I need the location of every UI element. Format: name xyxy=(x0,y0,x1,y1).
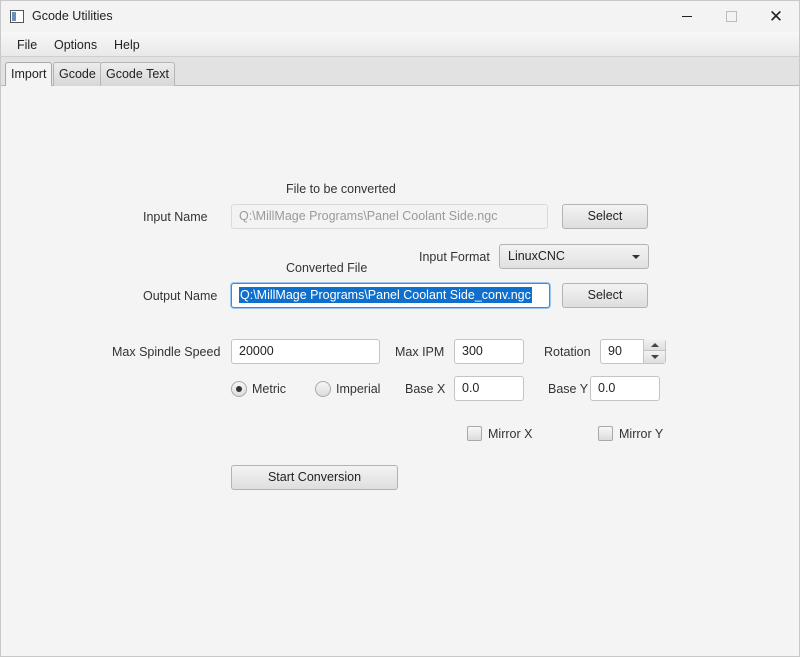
start-conversion-button[interactable]: Start Conversion xyxy=(231,465,398,490)
base-y-field[interactable]: 0.0 xyxy=(590,376,660,401)
base-x-label: Base X xyxy=(405,382,446,396)
triangle-down-icon xyxy=(650,355,659,359)
tab-gcode[interactable]: Gcode xyxy=(53,62,102,86)
mirror-y-label[interactable]: Mirror Y xyxy=(619,427,663,441)
converted-file-header: Converted File xyxy=(286,261,368,275)
max-ipm-label: Max IPM xyxy=(395,345,445,359)
metric-label[interactable]: Metric xyxy=(252,382,286,396)
import-panel: File to be converted Input Name Q:\MillM… xyxy=(1,86,799,656)
mirror-x-checkbox[interactable] xyxy=(467,426,482,441)
output-name-selection: Q:\MillMage Programs\Panel Coolant Side_… xyxy=(239,287,532,303)
imperial-label[interactable]: Imperial xyxy=(336,382,380,396)
tab-bar: Import Gcode Gcode Text xyxy=(1,57,799,87)
close-button[interactable]: ✕ xyxy=(753,1,799,32)
menu-bar: File Options Help xyxy=(1,32,799,57)
chevron-down-icon xyxy=(632,255,640,259)
input-name-field: Q:\MillMage Programs\Panel Coolant Side.… xyxy=(231,204,548,229)
base-x-field[interactable]: 0.0 xyxy=(454,376,524,401)
rotation-value: 90 xyxy=(608,344,622,358)
title-bar: Gcode Utilities ✕ xyxy=(1,1,799,32)
maximize-button[interactable] xyxy=(708,1,754,32)
output-select-button[interactable]: Select xyxy=(562,283,648,308)
menu-options[interactable]: Options xyxy=(54,38,97,52)
rotation-spinner-buttons xyxy=(643,339,665,364)
max-spindle-speed-label: Max Spindle Speed xyxy=(112,345,221,359)
app-window: Gcode Utilities ✕ File Options Help Impo… xyxy=(0,0,800,657)
rotation-label: Rotation xyxy=(544,345,591,359)
menu-file[interactable]: File xyxy=(17,38,37,52)
input-format-value: LinuxCNC xyxy=(508,249,565,263)
input-format-label: Input Format xyxy=(419,250,490,264)
output-name-label: Output Name xyxy=(143,289,218,303)
rotation-increment-button[interactable] xyxy=(644,339,665,351)
base-y-label: Base Y xyxy=(548,382,589,396)
menu-help[interactable]: Help xyxy=(114,38,140,52)
mirror-x-label[interactable]: Mirror X xyxy=(488,427,532,441)
app-window-icon xyxy=(10,10,24,23)
close-icon: ✕ xyxy=(768,6,784,26)
rotation-decrement-button[interactable] xyxy=(644,351,665,363)
input-select-button[interactable]: Select xyxy=(562,204,648,229)
max-ipm-field[interactable]: 300 xyxy=(454,339,524,364)
input-format-dropdown[interactable]: LinuxCNC xyxy=(499,244,649,269)
minimize-button[interactable] xyxy=(664,1,710,32)
mirror-y-checkbox[interactable] xyxy=(598,426,613,441)
imperial-radio[interactable] xyxy=(315,381,331,397)
window-title: Gcode Utilities xyxy=(32,9,113,23)
input-name-label: Input Name xyxy=(143,210,208,224)
metric-radio[interactable] xyxy=(231,381,247,397)
tab-import[interactable]: Import xyxy=(5,62,53,87)
output-name-field[interactable]: Q:\MillMage Programs\Panel Coolant Side_… xyxy=(231,283,550,308)
tab-gcode-text[interactable]: Gcode Text xyxy=(100,62,176,86)
max-spindle-speed-field[interactable]: 20000 xyxy=(231,339,380,364)
input-file-header: File to be converted xyxy=(286,182,396,196)
triangle-up-icon xyxy=(650,342,659,347)
